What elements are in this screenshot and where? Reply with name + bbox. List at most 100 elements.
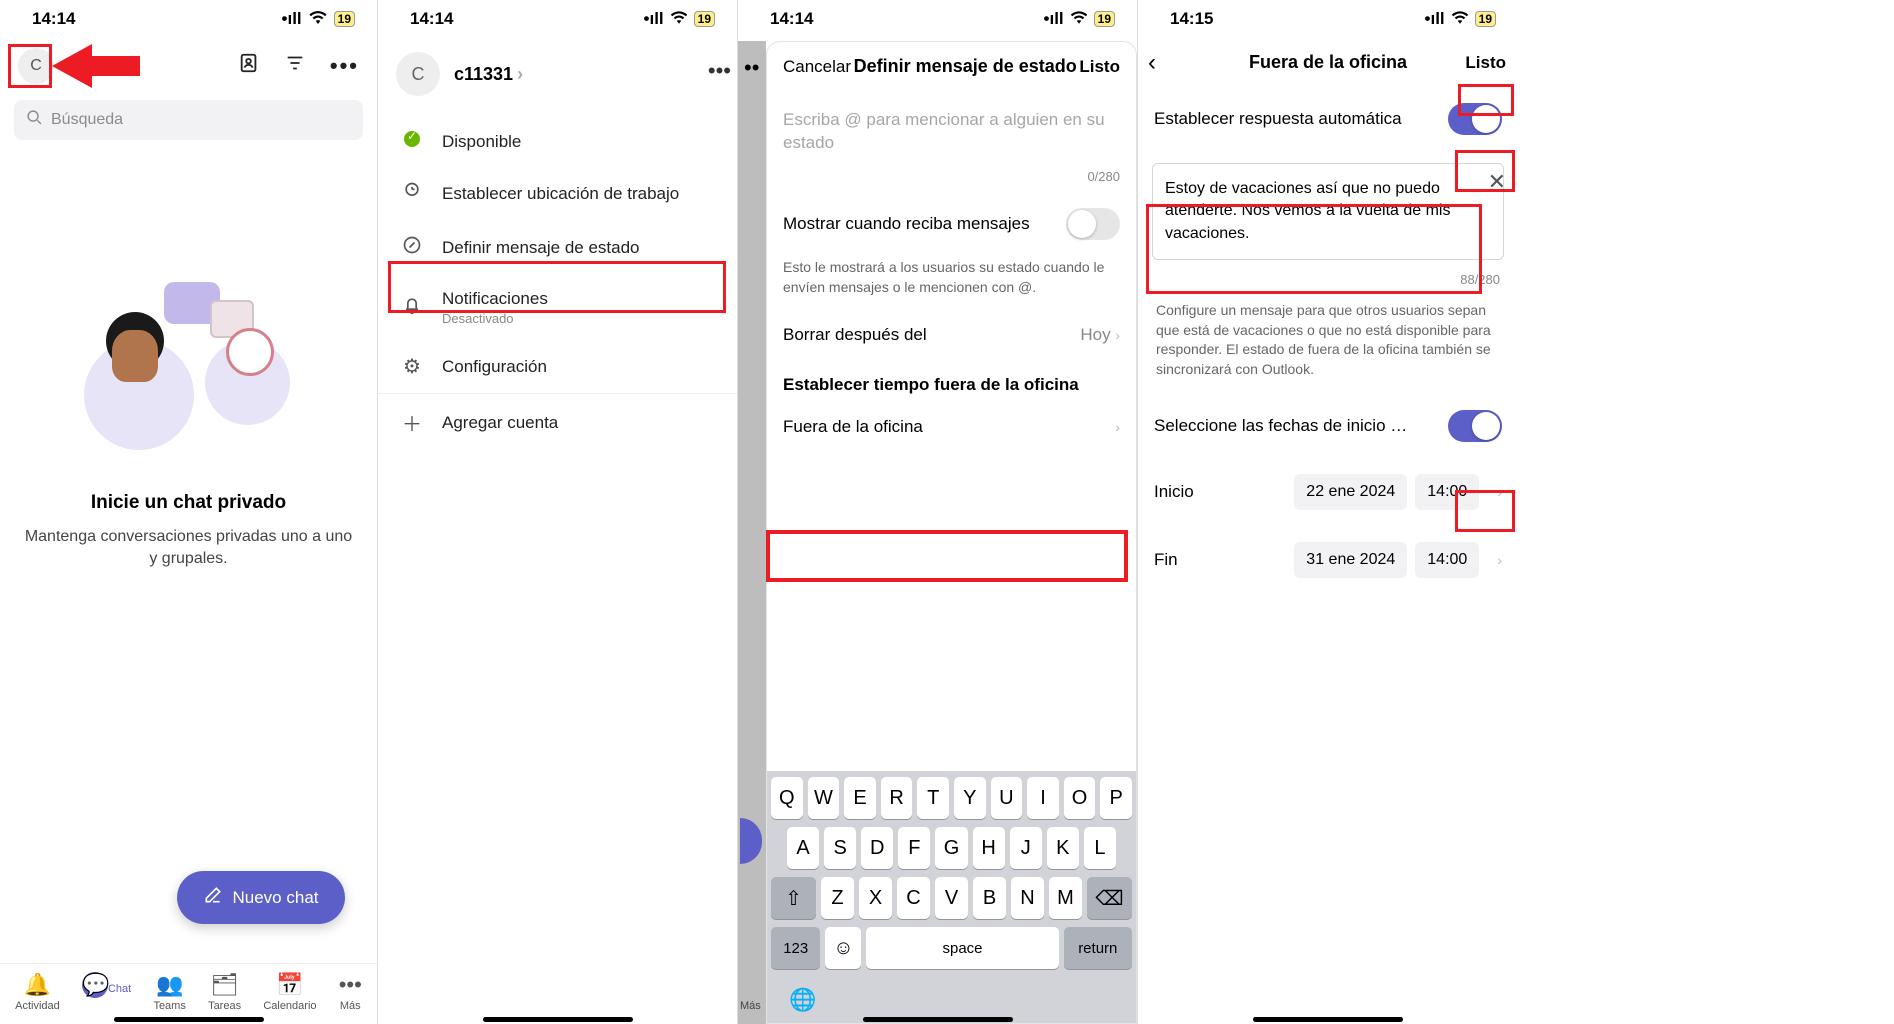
signal-icon: •ıll [1425, 9, 1445, 29]
tab-activity[interactable]: 🔔Actividad [15, 972, 60, 1012]
start-time-chip[interactable]: 14:00 [1415, 474, 1479, 510]
menu-settings[interactable]: ⚙ Configuración [378, 340, 737, 393]
key-r[interactable]: R [881, 777, 913, 819]
key-t[interactable]: T [917, 777, 949, 819]
overflow-icon[interactable]: ••• [708, 58, 731, 84]
key-s[interactable]: S [824, 827, 856, 869]
key-n[interactable]: N [1011, 877, 1044, 919]
auto-reply-message[interactable]: Estoy de vacaciones así que no puedo ate… [1152, 163, 1504, 260]
key-h[interactable]: H [973, 827, 1005, 869]
key-z[interactable]: Z [821, 877, 854, 919]
search-input[interactable]: Búsqueda [14, 100, 363, 140]
key-space[interactable]: space [866, 927, 1058, 969]
select-dates-label: Seleccione las fechas de inicio y fina..… [1154, 416, 1414, 436]
key-backspace[interactable]: ⌫ [1087, 877, 1132, 919]
auto-reply-toggle[interactable] [1448, 103, 1502, 135]
key-y[interactable]: Y [954, 777, 986, 819]
status-compose[interactable]: Escriba @ para mencionar a alguien en su… [767, 91, 1136, 169]
keyboard[interactable]: QWERTYUIOP ASDFGHJKL ⇧ ZXCVBNM ⌫ 123 ☺ s… [767, 771, 1136, 1023]
search-icon [26, 109, 43, 131]
tab-chat[interactable]: 💬Chat [82, 972, 131, 1012]
tab-teams[interactable]: 👥Teams [153, 972, 185, 1012]
battery-icon: 19 [334, 11, 355, 27]
done-button[interactable]: Listo [1465, 53, 1506, 73]
key-emoji[interactable]: ☺ [825, 927, 861, 969]
end-date-chip[interactable]: 31 ene 2024 [1294, 542, 1407, 578]
filter-icon[interactable] [284, 52, 306, 80]
char-count: 88/280 [1138, 272, 1518, 287]
key-i[interactable]: I [1027, 777, 1059, 819]
profile-header[interactable]: C c11331 › [378, 38, 737, 116]
key-p[interactable]: P [1100, 777, 1132, 819]
tasks-icon: 🗂 [208, 972, 241, 998]
overflow-icon[interactable]: ••• [330, 53, 359, 79]
wifi-icon [1070, 9, 1088, 29]
empty-illustration [74, 270, 304, 470]
menu-status-message[interactable]: Definir mensaje de estado [378, 221, 737, 275]
tab-tasks[interactable]: 🗂Tareas [208, 972, 241, 1012]
background-peek: •• Más [738, 41, 766, 1024]
status-sheet: Cancelar Definir mensaje de estado Listo… [766, 41, 1137, 1024]
key-c[interactable]: C [897, 877, 930, 919]
show-when-label: Mostrar cuando reciba mensajes [783, 214, 1030, 234]
back-button[interactable]: ‹ [1148, 49, 1156, 77]
calendar-icon: 📅 [263, 972, 316, 998]
oof-header: ‹ Fuera de la oficina Listo [1138, 38, 1518, 87]
key-l[interactable]: L [1084, 827, 1116, 869]
key-k[interactable]: K [1047, 827, 1079, 869]
empty-title: Inicie un chat privado [24, 492, 353, 514]
key-m[interactable]: M [1049, 877, 1082, 919]
key-x[interactable]: X [859, 877, 892, 919]
status-bar: 14:14 •ıll 19 [738, 0, 1137, 38]
end-time-chip[interactable]: 14:00 [1415, 542, 1479, 578]
key-f[interactable]: F [898, 827, 930, 869]
key-d[interactable]: D [861, 827, 893, 869]
menu-work-location[interactable]: Establecer ubicación de trabajo [378, 167, 737, 221]
key-u[interactable]: U [991, 777, 1023, 819]
key-shift[interactable]: ⇧ [771, 877, 816, 919]
select-dates-toggle[interactable] [1448, 410, 1502, 442]
key-123[interactable]: 123 [771, 927, 820, 969]
out-of-office-row[interactable]: Fuera de la oficina › [767, 403, 1136, 451]
contacts-icon[interactable] [238, 52, 260, 80]
new-chat-label: Nuevo chat [233, 888, 319, 908]
chevron-right-icon: › [1497, 552, 1502, 568]
menu-availability[interactable]: ✓ Disponible [378, 116, 737, 167]
start-date-chip[interactable]: 22 ene 2024 [1294, 474, 1407, 510]
key-q[interactable]: Q [771, 777, 803, 819]
tab-calendar[interactable]: 📅Calendario [263, 972, 316, 1012]
status-time: 14:15 [1170, 9, 1213, 29]
clear-after-row[interactable]: Borrar después del Hoy › [767, 311, 1136, 359]
plus-icon: ＋ [400, 408, 424, 437]
available-icon: ✓ [400, 130, 424, 153]
key-e[interactable]: E [844, 777, 876, 819]
done-button[interactable]: Listo [1079, 57, 1120, 77]
profile-avatar[interactable]: C [18, 48, 54, 84]
key-w[interactable]: W [808, 777, 840, 819]
oof-section-title: Establecer tiempo fuera de la oficina [767, 359, 1136, 403]
key-b[interactable]: B [973, 877, 1006, 919]
user-name: c11331 › [454, 64, 523, 85]
status-bar: 14:14 •ıll 19 [378, 0, 737, 38]
status-placeholder: Escriba @ para mencionar a alguien en su… [783, 109, 1120, 159]
cancel-button[interactable]: Cancelar [783, 57, 851, 77]
sheet-title: Definir mensaje de estado [854, 56, 1077, 77]
key-a[interactable]: A [787, 827, 819, 869]
key-g[interactable]: G [935, 827, 967, 869]
key-return[interactable]: return [1064, 927, 1132, 969]
key-o[interactable]: O [1064, 777, 1096, 819]
clear-after-label: Borrar después del [783, 325, 927, 345]
status-bar: 14:14 •ıll 19 [0, 0, 377, 38]
globe-icon[interactable]: 🌐 [771, 977, 1132, 1013]
tab-more[interactable]: •••Más [339, 972, 362, 1012]
location-icon [400, 181, 424, 207]
key-j[interactable]: J [1010, 827, 1042, 869]
new-chat-button[interactable]: Nuevo chat [177, 871, 345, 924]
menu-notifications[interactable]: Notificaciones Desactivado [378, 275, 737, 340]
key-v[interactable]: V [935, 877, 968, 919]
menu-add-account[interactable]: ＋ Agregar cuenta [378, 394, 737, 451]
overflow-icon: •• [744, 55, 759, 81]
show-when-toggle[interactable] [1066, 208, 1120, 240]
status-time: 14:14 [410, 9, 453, 29]
new-chat-peek [740, 818, 762, 864]
